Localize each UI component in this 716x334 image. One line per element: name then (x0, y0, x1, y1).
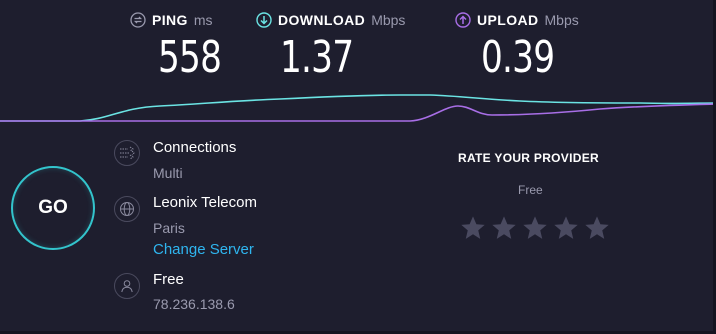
star-rating (459, 214, 611, 242)
ping-label: PING (152, 12, 188, 28)
upload-arrow-icon (455, 12, 471, 28)
star-icon-3[interactable] (521, 214, 549, 242)
ping-value: 558 (158, 32, 222, 83)
rate-provider-heading: RATE YOUR PROVIDER (458, 151, 599, 165)
speedtest-panel (0, 0, 716, 334)
download-metric: DOWNLOAD Mbps 1.37 (256, 10, 406, 83)
upload-graph-line (0, 103, 716, 122)
connections-title: Connections (153, 139, 237, 156)
rate-provider-name: Free (518, 183, 543, 197)
star-icon-4[interactable] (552, 214, 580, 242)
upload-metric: UPLOAD Mbps 0.39 (455, 10, 579, 83)
ip-address: 78.236.138.6 (153, 296, 235, 312)
download-unit: Mbps (371, 12, 406, 28)
star-icon-5[interactable] (583, 214, 611, 242)
server-name: Leonix Telecom (153, 194, 257, 211)
isp-name: Free (153, 271, 184, 288)
upload-label: UPLOAD (477, 12, 539, 28)
star-icon-1[interactable] (459, 214, 487, 242)
ping-icon (130, 12, 146, 28)
user-icon (114, 273, 140, 299)
star-icon-2[interactable] (490, 214, 518, 242)
upload-unit: Mbps (544, 12, 579, 28)
download-label: DOWNLOAD (278, 12, 366, 28)
go-label: GO (38, 197, 68, 218)
ping-unit: ms (193, 12, 213, 28)
upload-value: 0.39 (481, 32, 555, 83)
ping-metric: PING ms 558 (130, 10, 222, 83)
speed-graph (0, 94, 716, 122)
globe-icon (114, 196, 140, 222)
change-server-link[interactable]: Change Server (153, 241, 254, 258)
connections-icon (114, 140, 140, 166)
connections-value: Multi (153, 165, 183, 181)
go-button[interactable]: GO (11, 166, 95, 250)
server-location: Paris (153, 220, 185, 236)
download-arrow-icon (256, 12, 272, 28)
download-value: 1.37 (280, 32, 354, 83)
